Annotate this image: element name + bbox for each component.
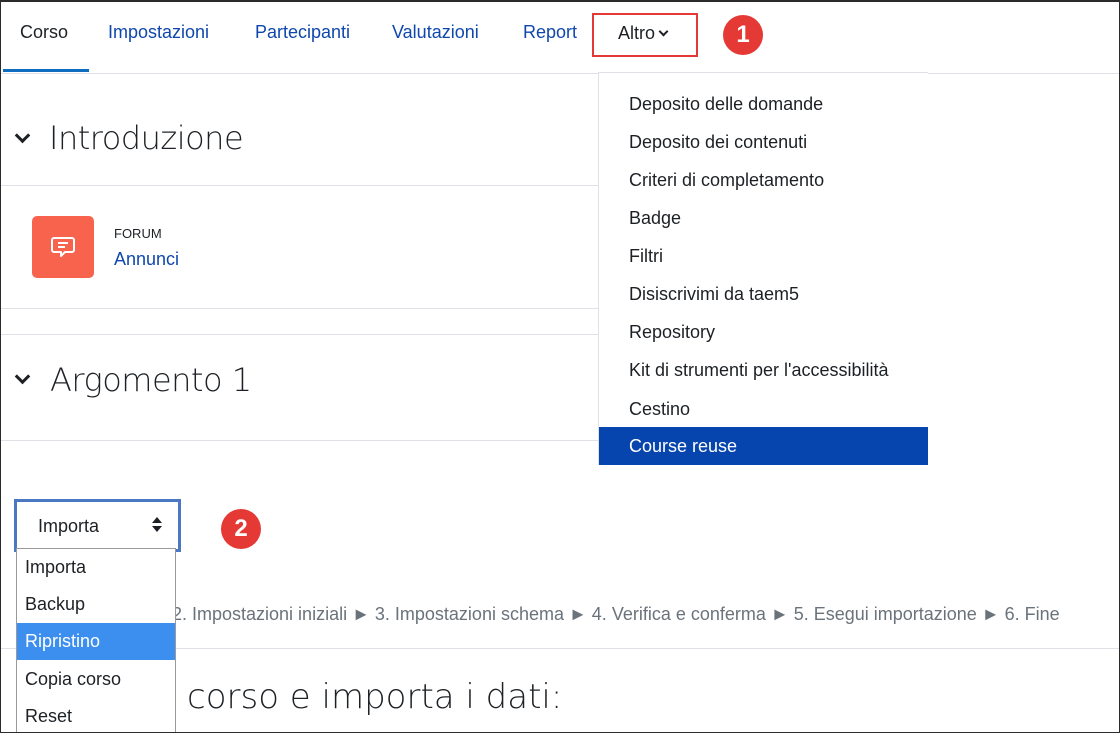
secondary-navigation: Corso Impostazioni Partecipanti Valutazi…: [1, 2, 1119, 74]
collapse-chevron-icon[interactable]: [14, 127, 31, 144]
menu-item-filtri[interactable]: Filtri: [599, 237, 928, 275]
divider: [1, 440, 601, 441]
select-value: Importa: [38, 516, 100, 536]
menu-item-criteri-completamento[interactable]: Criteri di completamento: [599, 161, 928, 199]
section-title-argomento-1: Argomento 1: [50, 361, 252, 399]
collapse-chevron-icon[interactable]: [14, 368, 31, 385]
select-options-listbox: Importa Backup Ripristino Copia corso Re…: [16, 548, 176, 732]
menu-item-accessibilita[interactable]: Kit di strumenti per l'accessibilità: [599, 351, 928, 389]
course-reuse-select[interactable]: Importa: [14, 499, 181, 552]
tab-valutazioni[interactable]: Valutazioni: [392, 22, 479, 43]
altro-dropdown-menu: Deposito delle domande Deposito dei cont…: [598, 72, 928, 465]
divider: [1, 334, 601, 335]
menu-item-repository[interactable]: Repository: [599, 313, 928, 351]
option-reset[interactable]: Reset: [17, 698, 175, 732]
tab-report[interactable]: Report: [523, 22, 577, 43]
tab-partecipanti[interactable]: Partecipanti: [255, 22, 350, 43]
menu-item-cestino[interactable]: Cestino: [599, 390, 928, 428]
option-backup[interactable]: Backup: [17, 586, 175, 623]
chevron-down-icon: [658, 26, 669, 37]
option-ripristino[interactable]: Ripristino: [17, 623, 175, 660]
activity-type-label: FORUM: [114, 226, 162, 241]
divider: [1, 308, 601, 309]
tab-altro-label: Altro: [618, 23, 656, 43]
section-title-introduzione: Introduzione: [49, 119, 244, 157]
sort-arrows-icon: [152, 517, 162, 535]
menu-item-deposito-domande[interactable]: Deposito delle domande: [599, 85, 928, 123]
tab-altro[interactable]: Altro: [618, 23, 669, 44]
tab-corso[interactable]: Corso: [20, 22, 68, 43]
page-heading: corso e importa i dati:: [187, 677, 563, 717]
import-steps-breadcrumb: 2. Impostazioni iniziali ► 3. Impostazio…: [172, 604, 1060, 624]
divider: [1, 185, 601, 186]
chat-bubble-icon: [51, 237, 75, 257]
menu-item-course-reuse[interactable]: Course reuse: [599, 427, 928, 465]
menu-item-disiscrivimi[interactable]: Disiscrivimi da taem5: [599, 275, 928, 313]
option-copia-corso[interactable]: Copia corso: [17, 661, 175, 698]
forum-icon[interactable]: [32, 216, 94, 278]
menu-item-badge[interactable]: Badge: [599, 199, 928, 237]
active-tab-indicator: [3, 69, 89, 72]
course-page: Corso Impostazioni Partecipanti Valutazi…: [0, 0, 1120, 733]
option-importa[interactable]: Importa: [17, 549, 175, 586]
forum-link-annunci[interactable]: Annunci: [114, 249, 179, 270]
callout-badge-2: 2: [221, 509, 261, 549]
menu-item-deposito-contenuti[interactable]: Deposito dei contenuti: [599, 123, 928, 161]
callout-badge-1: 1: [723, 15, 763, 55]
tab-impostazioni[interactable]: Impostazioni: [108, 22, 209, 43]
